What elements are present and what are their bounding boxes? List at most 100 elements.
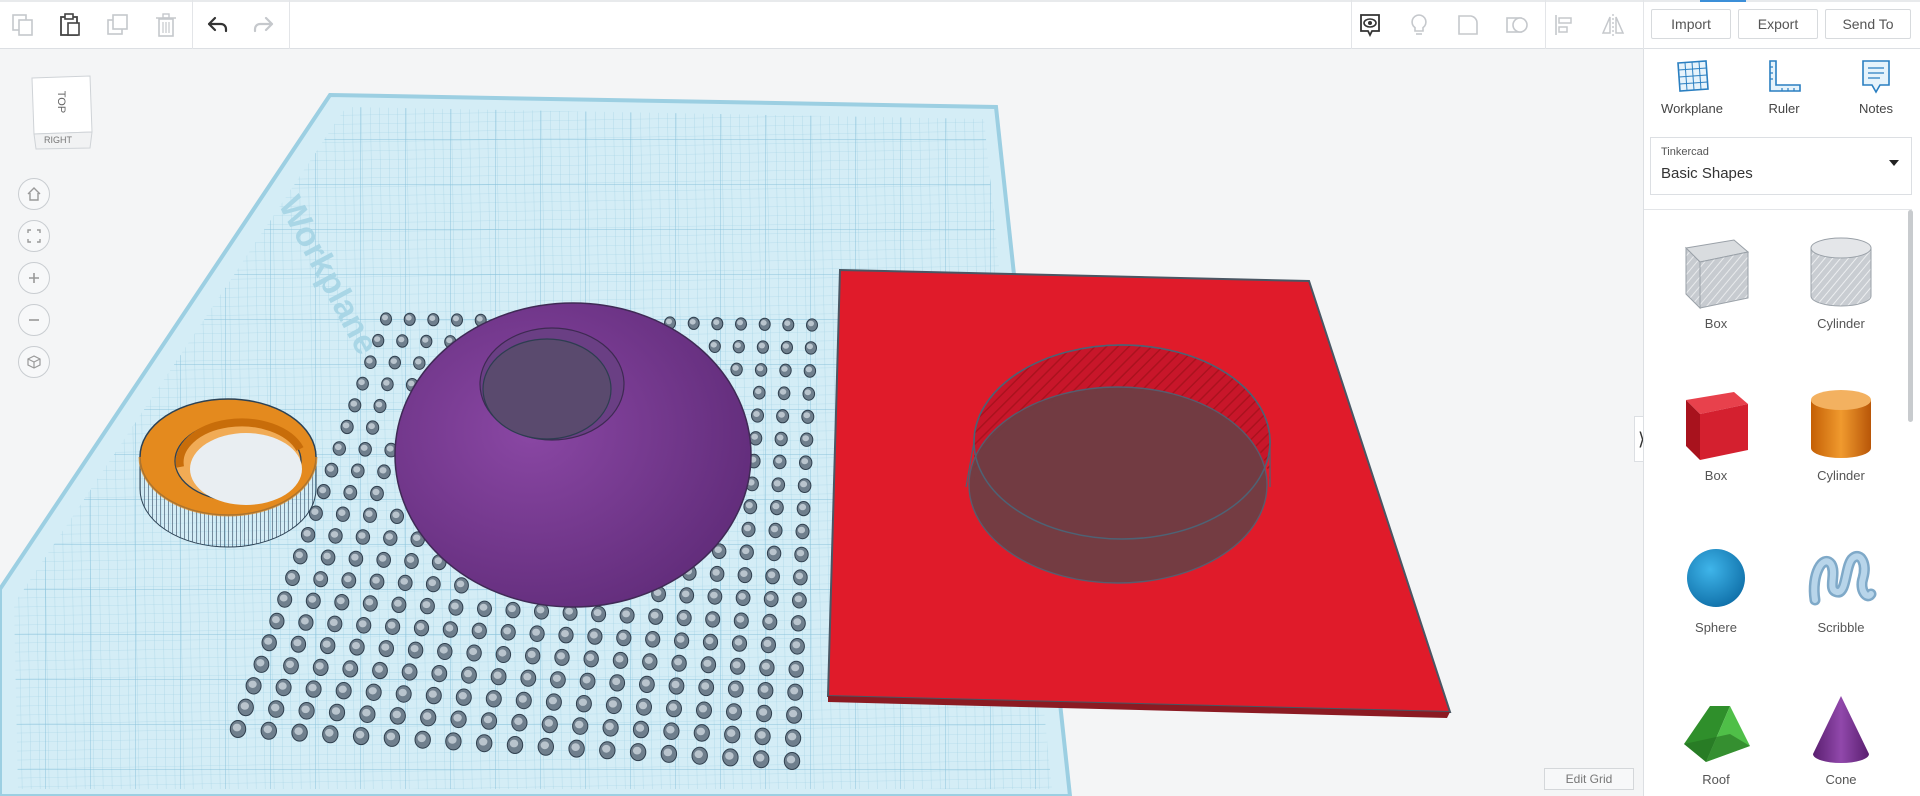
import-button[interactable]: Import <box>1651 9 1731 39</box>
peg-highlight <box>770 525 779 533</box>
peg-highlight <box>390 358 397 364</box>
shape-cylinder[interactable]: Cylinder <box>1786 382 1896 522</box>
peg-highlight <box>514 717 523 725</box>
peg-highlight <box>386 732 396 741</box>
peg-highlight <box>353 466 361 473</box>
shape-cylinder-hole[interactable]: Cylinder <box>1786 230 1896 370</box>
peg-highlight <box>736 615 745 623</box>
fit-view-button[interactable] <box>18 220 50 252</box>
notes-tool[interactable]: Notes <box>1836 57 1916 129</box>
peg-highlight <box>760 685 769 693</box>
peg-highlight <box>772 502 780 510</box>
zoom-in-button[interactable] <box>18 262 50 294</box>
peg-highlight <box>745 502 753 509</box>
peg-highlight <box>387 621 396 629</box>
notes-visibility-icon[interactable] <box>1353 8 1387 42</box>
peg-highlight <box>756 753 765 762</box>
peg-highlight <box>701 682 710 690</box>
shape-library-select[interactable]: Tinkercad Basic Shapes <box>1650 137 1912 195</box>
delete-icon[interactable] <box>149 8 183 42</box>
orange-ring[interactable] <box>138 398 318 548</box>
export-button[interactable]: Export <box>1738 9 1818 39</box>
panel-scrollbar[interactable] <box>1908 210 1913 422</box>
copy-icon[interactable] <box>6 8 40 42</box>
peg-highlight <box>338 509 346 516</box>
home-view-button[interactable] <box>18 178 50 210</box>
peg-highlight <box>808 320 814 327</box>
red-plate[interactable] <box>826 268 1452 718</box>
redo-icon[interactable] <box>247 8 281 42</box>
shape-roof[interactable]: Roof <box>1661 686 1771 796</box>
ruler-tool[interactable]: Ruler <box>1744 57 1824 129</box>
peg-highlight <box>805 366 813 373</box>
peg-highlight <box>681 590 690 598</box>
peg-highlight <box>308 595 317 603</box>
undo-icon[interactable] <box>200 8 234 42</box>
peg-highlight <box>781 366 788 372</box>
peg-highlight <box>698 705 708 713</box>
peg-highlight <box>392 710 401 719</box>
workplane-tool[interactable]: Workplane <box>1652 57 1732 129</box>
shape-label: Scribble <box>1817 620 1865 635</box>
peg-highlight <box>786 755 796 764</box>
peg-highlight <box>753 411 760 417</box>
perspective-button[interactable] <box>18 346 50 378</box>
edit-grid-button[interactable]: Edit Grid <box>1544 768 1634 790</box>
peg-highlight <box>325 728 334 737</box>
shape-label: Box <box>1704 468 1728 483</box>
peg-highlight <box>734 342 741 349</box>
perspective-icon <box>27 355 41 369</box>
view-cube[interactable]: TOP RIGHT <box>28 74 94 150</box>
group-icon[interactable] <box>1500 8 1534 42</box>
shape-sphere[interactable]: Sphere <box>1661 534 1771 674</box>
peg-highlight <box>795 572 804 580</box>
zoom-out-button[interactable] <box>18 304 50 336</box>
shape-box[interactable]: Box <box>1661 382 1771 522</box>
zoom-out-icon <box>29 319 39 321</box>
peg-highlight <box>375 665 383 673</box>
peg-highlight <box>278 682 287 690</box>
peg-highlight <box>532 628 540 636</box>
peg-highlight <box>416 623 425 631</box>
3d-viewport[interactable]: Workplane TOP RIGHT Edit Grid <box>0 49 1643 796</box>
peg-highlight <box>456 580 465 588</box>
send-to-button[interactable]: Send To <box>1825 9 1911 39</box>
peg-highlight <box>707 614 716 622</box>
peg-highlight <box>330 531 339 538</box>
peg-highlight <box>575 720 584 729</box>
peg-highlight <box>571 743 580 751</box>
shape-icon[interactable] <box>1451 8 1485 42</box>
shape-scribble[interactable]: Scribble <box>1786 534 1896 674</box>
peg-highlight <box>394 599 402 607</box>
peg-highlight <box>730 683 739 692</box>
peg-highlight <box>590 631 598 639</box>
peg-highlight <box>605 722 614 731</box>
shape-label: Cylinder <box>1817 468 1865 483</box>
paste-icon[interactable] <box>53 8 87 42</box>
shape-label: Box <box>1704 316 1728 331</box>
peg-highlight <box>469 647 478 656</box>
peg-highlight <box>779 388 787 395</box>
shape-cone[interactable]: Cone <box>1786 686 1896 796</box>
peg-highlight <box>434 668 443 676</box>
peg-highlight <box>793 618 802 626</box>
shape-box-hole[interactable]: Box <box>1661 230 1771 370</box>
duplicate-icon[interactable] <box>101 8 135 42</box>
scene-canvas[interactable]: Workplane <box>0 49 1643 796</box>
peg-highlight <box>374 336 381 342</box>
peg-highlight <box>287 573 296 580</box>
peg-highlight <box>632 746 642 755</box>
peg-highlight <box>666 725 675 734</box>
light-icon[interactable] <box>1402 8 1436 42</box>
peg-highlight <box>738 593 746 600</box>
mirror-icon[interactable] <box>1596 8 1630 42</box>
peg-highlight <box>294 727 303 735</box>
peg-highlight <box>344 575 352 583</box>
align-icon[interactable] <box>1548 8 1582 42</box>
peg-highlight <box>705 637 714 645</box>
peg-highlight <box>776 434 784 441</box>
workplane-icon <box>1677 60 1709 92</box>
peg-highlight <box>372 488 380 496</box>
purple-dome[interactable] <box>394 302 752 608</box>
peg-highlight <box>365 598 374 606</box>
